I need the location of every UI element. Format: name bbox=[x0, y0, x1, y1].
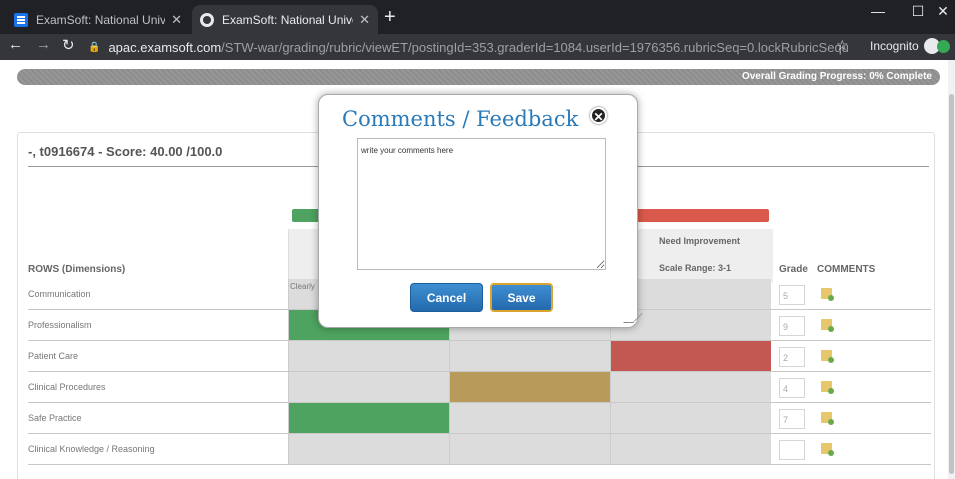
student-score: -, t0916674 - Score: 40.00 /100.0 bbox=[28, 144, 223, 159]
add-comment-icon[interactable] bbox=[821, 443, 834, 456]
url-path: /STW-war/grading/rubric/viewET/postingId… bbox=[221, 39, 848, 55]
page-scrollbar[interactable] bbox=[948, 60, 955, 479]
grade-input[interactable]: 9 bbox=[779, 316, 805, 336]
grade-input[interactable]: 7 bbox=[779, 409, 805, 429]
rubric-cell[interactable] bbox=[449, 341, 610, 371]
rubric-cell[interactable] bbox=[449, 434, 610, 464]
comments-column-header: COMMENTS bbox=[817, 264, 876, 275]
extension-icon[interactable] bbox=[937, 40, 950, 53]
row-dimension-label: Safe Practice bbox=[28, 413, 82, 423]
grade-input[interactable]: 5 bbox=[779, 285, 805, 305]
url-host: apac.examsoft.com bbox=[108, 39, 222, 55]
lock-icon: 🔒 bbox=[88, 41, 101, 53]
url-field[interactable]: 🔒 apac.examsoft.com/STW-war/grading/rubr… bbox=[88, 36, 848, 58]
close-icon[interactable]: ✕ bbox=[590, 107, 607, 124]
browser-tab-1[interactable]: ExamSoft: National University of ✕ bbox=[6, 5, 190, 34]
save-button[interactable]: Save bbox=[490, 283, 553, 312]
rubric-cell[interactable] bbox=[288, 403, 449, 433]
grade-column-header: Grade bbox=[779, 264, 808, 275]
incognito-indicator[interactable]: Incognito bbox=[870, 38, 940, 54]
close-window-icon[interactable]: ✕ bbox=[920, 0, 955, 24]
tab-title: ExamSoft: National University of bbox=[36, 12, 166, 27]
rubric-cell[interactable] bbox=[610, 434, 771, 464]
rubric-cell[interactable] bbox=[449, 403, 610, 433]
row-dimension-label: Clinical Procedures bbox=[28, 382, 106, 392]
table-row: Safe Practice 7 bbox=[28, 403, 931, 434]
level-name: Need Improvement bbox=[659, 236, 741, 246]
grade-input[interactable]: 2 bbox=[779, 347, 805, 367]
add-comment-icon[interactable] bbox=[821, 319, 834, 332]
add-comment-icon[interactable] bbox=[821, 412, 834, 425]
back-arrow-icon[interactable]: ← bbox=[8, 36, 23, 53]
progress-label: Overall Grading Progress: 0% Complete bbox=[741, 71, 932, 82]
rubric-cell[interactable] bbox=[610, 341, 771, 371]
cell-description: Clearly bbox=[290, 282, 315, 291]
close-tab-icon[interactable]: ✕ bbox=[171, 12, 182, 28]
tab-title: ExamSoft: National University of bbox=[222, 12, 353, 27]
rubric-cell[interactable] bbox=[610, 372, 771, 402]
rubric-cell[interactable] bbox=[288, 372, 449, 402]
dialog-title: Comments / Feedback bbox=[342, 107, 579, 131]
grade-input[interactable]: 4 bbox=[779, 378, 805, 398]
rows-column-header: ROWS (Dimensions) bbox=[28, 264, 126, 275]
level-scale-range: Scale Range: 3-1 bbox=[659, 263, 732, 273]
comments-feedback-dialog: Comments / Feedback ✕ write your comment… bbox=[318, 94, 643, 328]
grading-progress-bar: Overall Grading Progress: 0% Complete bbox=[17, 69, 940, 85]
globe-icon bbox=[200, 12, 214, 27]
rubric-cell[interactable] bbox=[288, 341, 449, 371]
rubric-cell[interactable] bbox=[610, 403, 771, 433]
table-row: Patient Care 2 bbox=[28, 341, 931, 372]
bookmark-star-icon[interactable]: ☆ bbox=[836, 37, 849, 54]
close-tab-icon[interactable]: ✕ bbox=[359, 12, 370, 28]
add-comment-icon[interactable] bbox=[821, 350, 834, 363]
row-dimension-label: Patient Care bbox=[28, 351, 79, 361]
browser-tab-bar: ExamSoft: National University of ✕ ExamS… bbox=[0, 0, 955, 34]
incognito-label: Incognito bbox=[870, 39, 919, 53]
table-row: Clinical Knowledge / Reasoning bbox=[28, 434, 931, 465]
cancel-button[interactable]: Cancel bbox=[410, 283, 483, 312]
reload-icon[interactable]: ↻ bbox=[62, 36, 75, 54]
rubric-cell[interactable] bbox=[288, 434, 449, 464]
grade-input[interactable] bbox=[779, 440, 805, 460]
address-bar: ← → ↻ 🔒 apac.examsoft.com/STW-war/gradin… bbox=[0, 34, 955, 60]
row-dimension-label: Clinical Knowledge / Reasoning bbox=[28, 444, 155, 454]
document-icon bbox=[14, 12, 28, 27]
row-dimension-label: Communication bbox=[28, 289, 91, 299]
add-comment-icon[interactable] bbox=[821, 288, 834, 301]
rubric-cell[interactable] bbox=[449, 372, 610, 402]
browser-tab-2[interactable]: ExamSoft: National University of ✕ bbox=[192, 5, 378, 34]
forward-arrow-icon[interactable]: → bbox=[36, 36, 51, 53]
add-comment-icon[interactable] bbox=[821, 381, 834, 394]
new-tab-icon[interactable]: + bbox=[384, 5, 396, 29]
table-row: Clinical Procedures 4 bbox=[28, 372, 931, 403]
row-dimension-label: Professionalism bbox=[28, 320, 92, 330]
comments-textarea[interactable]: write your comments here bbox=[357, 138, 606, 270]
